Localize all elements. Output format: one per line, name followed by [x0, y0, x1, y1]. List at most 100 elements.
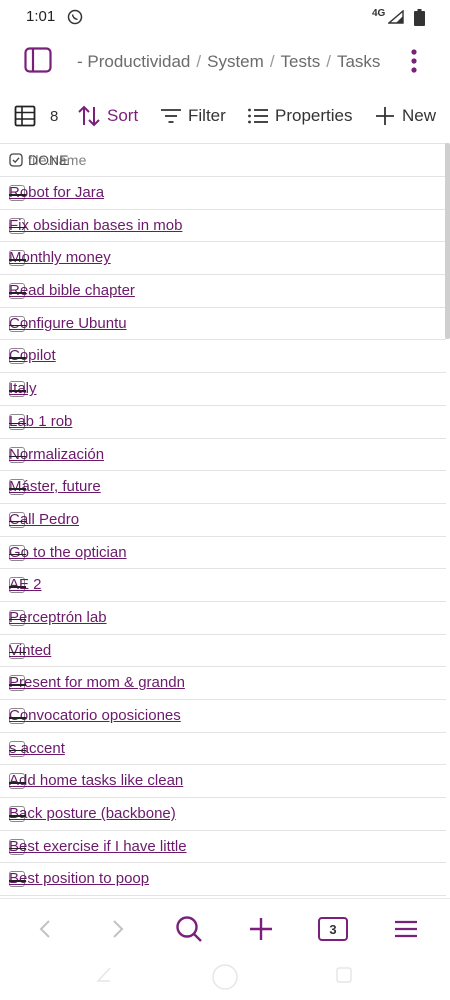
checkbox-strike-mark [9, 815, 26, 817]
task-link[interactable]: Lab 1 rob [9, 413, 187, 430]
filter-button[interactable]: Filter [160, 96, 226, 136]
add-icon[interactable] [245, 913, 277, 945]
menu-icon[interactable] [390, 913, 422, 945]
table-row: Go to the optician [0, 537, 446, 570]
bottom-navigation: 3 [0, 898, 450, 963]
list-icon [248, 108, 268, 124]
tabs-count: 3 [329, 921, 337, 937]
breadcrumb-item[interactable]: - Productividad [77, 52, 190, 71]
table-row: Copilot [0, 340, 446, 374]
task-link[interactable]: Add home tasks like clean [9, 772, 187, 789]
checkbox-strike-mark [9, 226, 26, 229]
breadcrumb-separator: / [326, 52, 331, 71]
checkbox-strike-mark [9, 651, 26, 654]
table-row: s accent [0, 733, 446, 766]
system-back-icon[interactable] [94, 966, 112, 984]
system-recents-icon[interactable] [335, 966, 353, 984]
more-options-icon[interactable] [400, 46, 428, 76]
task-link[interactable]: Máster, future [9, 478, 187, 495]
breadcrumb-item-current[interactable]: Tasks [337, 52, 380, 71]
system-navigation-bar [0, 962, 450, 1000]
properties-label: Properties [275, 106, 353, 125]
checkbox-strike-mark [9, 324, 26, 327]
table-icon [14, 105, 36, 127]
table-row: Configure Ubuntu [0, 308, 446, 341]
checkbox-strike-mark [9, 422, 26, 425]
filter-icon [161, 109, 181, 123]
checkbox-strike-mark [9, 880, 26, 882]
checkbox-strike-mark [9, 586, 26, 588]
checkbox-property-icon [9, 153, 23, 167]
task-link[interactable]: Best exercise if I have little [9, 838, 187, 855]
table-body: Robot for Jara Fix obsidian bases in mob M… [0, 177, 446, 897]
sort-button[interactable]: Sort [77, 96, 138, 136]
checkbox-strike-mark [9, 455, 26, 457]
new-label: New [402, 106, 437, 125]
table-header: DONE file.name [0, 143, 446, 177]
signal-icon [388, 10, 404, 24]
task-link[interactable]: Copilot [9, 347, 187, 364]
task-link[interactable]: Vinted [9, 642, 187, 659]
breadcrumb-item[interactable]: Tests [281, 52, 321, 71]
checkbox-strike-mark [9, 782, 26, 784]
task-link[interactable]: Convocatorio oposiciones [9, 707, 187, 724]
view-selector-button[interactable]: 8 [14, 96, 58, 136]
system-home-icon[interactable] [210, 962, 240, 992]
table-row: AE 2 [0, 569, 446, 602]
search-icon[interactable] [173, 913, 205, 945]
table-row: Lab 1 rob [0, 406, 446, 439]
tabs-button[interactable]: 3 [318, 917, 348, 941]
filter-label: Filter [188, 106, 226, 125]
table-row: Monthly money [0, 242, 446, 276]
battery-icon [414, 9, 425, 26]
breadcrumb-item[interactable]: System [207, 52, 264, 71]
checkbox-strike-mark [9, 259, 26, 261]
scrollbar[interactable] [445, 143, 450, 339]
forward-icon[interactable] [101, 913, 133, 945]
table-row: Convocatorio oposiciones [0, 700, 446, 733]
new-button[interactable]: New [374, 96, 436, 136]
properties-button[interactable]: Properties [247, 96, 352, 136]
task-link[interactable]: Configure Ubuntu [9, 315, 187, 332]
task-link[interactable]: Perceptrón lab [9, 609, 187, 626]
checkbox-strike-mark [9, 553, 26, 556]
checkbox-strike-mark [9, 847, 26, 850]
task-link[interactable]: Present for mom & grandn [9, 674, 187, 691]
breadcrumb-separator: / [269, 52, 275, 71]
task-link[interactable]: Fix obsidian bases in mob [9, 217, 187, 234]
column-header-file-name[interactable]: file.name [28, 152, 87, 168]
table-row: Back posture (backbone) [0, 798, 446, 831]
sidebar-toggle-icon[interactable] [24, 47, 52, 73]
task-link[interactable]: Back posture (backbone) [9, 805, 187, 822]
back-icon[interactable] [30, 913, 62, 945]
checkbox-strike-mark [9, 749, 26, 752]
network-type: 4G [372, 8, 386, 19]
title-bar: - Productividad / System / Tests / Tasks [0, 36, 450, 86]
whatsapp-icon [67, 9, 83, 25]
breadcrumb-separator: / [196, 52, 202, 71]
task-link[interactable]: Robot for Jara [9, 184, 187, 201]
table-row: Perceptrón lab [0, 602, 446, 635]
result-count: 8 [50, 107, 59, 125]
task-link[interactable]: Normalización [9, 446, 187, 463]
checkbox-strike-mark [9, 488, 26, 490]
task-link[interactable]: Monthly money [9, 249, 187, 266]
breadcrumb: - Productividad / System / Tests / Tasks [77, 52, 380, 72]
task-link[interactable]: s accent [9, 740, 187, 757]
task-link[interactable]: Best position to poop [9, 870, 187, 887]
checkbox-strike-mark [9, 357, 26, 359]
task-link[interactable]: Read bible chapter [9, 282, 187, 299]
table-row: Read bible chapter [0, 275, 446, 308]
task-link[interactable]: Go to the optician [9, 544, 187, 561]
table-row: Italy [0, 373, 446, 406]
checkbox-strike-mark [9, 194, 26, 196]
table-row: Add home tasks like clean [0, 765, 446, 799]
task-link[interactable]: Call Pedro [9, 511, 187, 528]
checkbox-strike-mark [9, 292, 26, 294]
task-link[interactable]: AE 2 [9, 576, 187, 593]
status-bar: 1:01 4G [0, 0, 450, 34]
table-row: Vinted [0, 635, 446, 668]
sort-arrows-icon [78, 105, 100, 127]
table-row: Normalización [0, 439, 446, 472]
task-link[interactable]: Italy [9, 380, 187, 397]
